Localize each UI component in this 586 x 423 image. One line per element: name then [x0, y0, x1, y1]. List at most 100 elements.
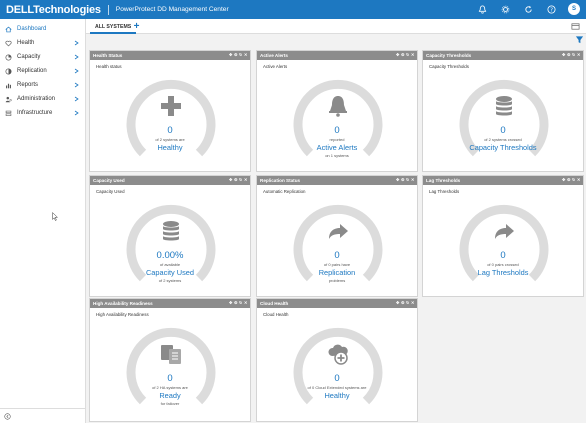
widget-value[interactable]: 0 [257, 250, 417, 261]
widget-description: reported [329, 137, 345, 142]
move-icon[interactable]: ✥ [229, 53, 232, 57]
widget-capacity-used[interactable]: Capacity Used ✥ ⚙ ↻ ✕ Capacity Used 0.00% of av… [89, 175, 251, 297]
notifications-icon[interactable] [476, 3, 488, 15]
widget-value[interactable]: 0 [90, 125, 250, 136]
filter-icon[interactable] [575, 35, 584, 44]
user-avatar[interactable]: S [568, 3, 580, 15]
dashboard-tab-bar: ALL SYSTEMS + [86, 19, 586, 34]
refresh-icon[interactable]: ↻ [572, 178, 575, 182]
settings-gear-icon[interactable] [499, 3, 511, 15]
widget-description: of 0 Cloud Extended systems are [307, 385, 367, 390]
move-icon[interactable]: ✥ [396, 178, 399, 182]
widget-label-link[interactable]: Healthy [90, 143, 250, 152]
layout-settings-icon[interactable] [571, 22, 580, 31]
close-icon[interactable]: ✕ [244, 53, 247, 57]
widget-replication-status[interactable]: Replication Status ✥ ⚙ ↻ ✕ Automatic Replicat… [256, 175, 418, 297]
settings-icon[interactable]: ⚙ [234, 178, 238, 182]
widget-footnote: problems [328, 278, 346, 283]
sidebar-item-reports[interactable]: Reports [0, 78, 85, 92]
refresh-icon[interactable]: ↻ [406, 178, 409, 182]
widget-label-link[interactable]: Replication [257, 268, 417, 277]
collapse-sidebar-icon[interactable] [4, 412, 11, 420]
add-tab-button[interactable]: + [132, 22, 141, 32]
refresh-icon[interactable]: ↻ [572, 53, 575, 57]
settings-icon[interactable]: ⚙ [234, 301, 238, 305]
close-icon[interactable]: ✕ [577, 53, 580, 57]
refresh-icon[interactable]: ↻ [406, 301, 409, 305]
widget-value[interactable]: 0 [423, 250, 583, 261]
settings-icon[interactable]: ⚙ [567, 53, 571, 57]
sidebar-item-replication[interactable]: Replication [0, 64, 85, 78]
widget-subtitle: Health status [96, 64, 122, 69]
widget-value[interactable]: 0 [257, 125, 417, 136]
widget-label-link[interactable]: Active Alerts [257, 143, 417, 152]
bell-icon [323, 91, 353, 121]
help-icon[interactable]: ? [545, 3, 557, 15]
chevron-right-icon [74, 110, 79, 116]
widget-description: of 2 HA systems are [152, 385, 188, 390]
widget-value[interactable]: 0 [423, 125, 583, 136]
move-icon[interactable]: ✥ [229, 301, 232, 305]
close-icon[interactable]: ✕ [244, 178, 247, 182]
widget-description: of 2 systems crossed [484, 137, 522, 142]
close-icon[interactable]: ✕ [411, 178, 414, 182]
widget-capacity-thresholds[interactable]: Capacity Thresholds ✥ ⚙ ↻ ✕ Capacity Threshol… [422, 50, 584, 172]
move-icon[interactable]: ✥ [396, 53, 399, 57]
widget-active-alerts[interactable]: Active Alerts ✥ ⚙ ↻ ✕ Active Alerts 0 reported A… [256, 50, 418, 172]
move-icon[interactable]: ✥ [229, 178, 232, 182]
close-icon[interactable]: ✕ [411, 301, 414, 305]
widget-title: Capacity Used [93, 178, 125, 183]
close-icon[interactable]: ✕ [244, 301, 247, 305]
tab-all-systems[interactable]: ALL SYSTEMS [90, 22, 137, 34]
sidebar-item-administration[interactable]: Administration [0, 92, 85, 106]
sidebar-item-capacity[interactable]: Capacity [0, 50, 85, 64]
sidebar-item-label: Health [17, 40, 35, 46]
widget-cloud-health[interactable]: Cloud Health ✥ ⚙ ↻ ✕ Cloud Health 0 of 0 Cloud … [256, 298, 418, 422]
settings-icon[interactable]: ⚙ [401, 178, 405, 182]
widget-title: Capacity Thresholds [426, 53, 472, 58]
widget-title: Lag Thresholds [426, 178, 461, 183]
widget-header: Cloud Health ✥ ⚙ ↻ ✕ [257, 299, 417, 308]
app-title: PowerProtect DD Management Center [115, 6, 229, 13]
widget-high-availability-readiness[interactable]: High Availability Readiness ✥ ⚙ ↻ ✕ High Avai… [89, 298, 251, 422]
move-icon[interactable]: ✥ [562, 53, 565, 57]
brand-logo: DELLTechnologies [6, 3, 101, 16]
widget-label-link[interactable]: Capacity Thresholds [423, 143, 583, 152]
widget-footnote: on 1 systems [325, 153, 349, 158]
database-icon [156, 216, 186, 246]
widget-value[interactable]: 0 [90, 373, 250, 384]
widget-value[interactable]: 0 [257, 373, 417, 384]
settings-icon[interactable]: ⚙ [401, 301, 405, 305]
refresh-icon[interactable]: ↻ [239, 301, 242, 305]
widget-footnote: of 2 systems [158, 278, 182, 283]
widget-label-link[interactable]: Lag Thresholds [423, 268, 583, 277]
refresh-icon[interactable]: ↻ [239, 53, 242, 57]
move-icon[interactable]: ✥ [396, 301, 399, 305]
widget-label-link[interactable]: Healthy [257, 391, 417, 400]
sidebar-item-dashboard[interactable]: Dashboard [0, 22, 85, 36]
settings-icon[interactable]: ⚙ [234, 53, 238, 57]
widget-label-link[interactable]: Capacity Used [90, 268, 250, 277]
refresh-icon[interactable]: ↻ [239, 178, 242, 182]
home-icon [4, 25, 12, 33]
widget-value[interactable]: 0.00% [90, 250, 250, 261]
widget-description: of available [159, 262, 181, 267]
settings-icon[interactable]: ⚙ [567, 178, 571, 182]
move-icon[interactable]: ✥ [562, 178, 565, 182]
widget-health-status[interactable]: Health Status ✥ ⚙ ↻ ✕ Health status 0 of 2 syst… [89, 50, 251, 172]
sidebar-item-label: Replication [17, 68, 47, 74]
widget-subtitle: Lag Thresholds [429, 189, 460, 194]
svg-text:?: ? [550, 7, 553, 13]
widget-lag-thresholds[interactable]: Lag Thresholds ✥ ⚙ ↻ ✕ Lag Thresholds 0 of 0 pa… [422, 175, 584, 297]
widget-label-link[interactable]: Ready [90, 391, 250, 400]
refresh-icon[interactable] [522, 3, 534, 15]
close-icon[interactable]: ✕ [411, 53, 414, 57]
brand-divider [107, 4, 109, 15]
widget-subtitle: Capacity Used [96, 189, 125, 194]
admin-icon [4, 95, 12, 103]
refresh-icon[interactable]: ↻ [406, 53, 409, 57]
close-icon[interactable]: ✕ [577, 178, 580, 182]
sidebar-item-infrastructure[interactable]: Infrastructure [0, 106, 85, 120]
settings-icon[interactable]: ⚙ [401, 53, 405, 57]
sidebar-item-health[interactable]: Health [0, 36, 85, 50]
